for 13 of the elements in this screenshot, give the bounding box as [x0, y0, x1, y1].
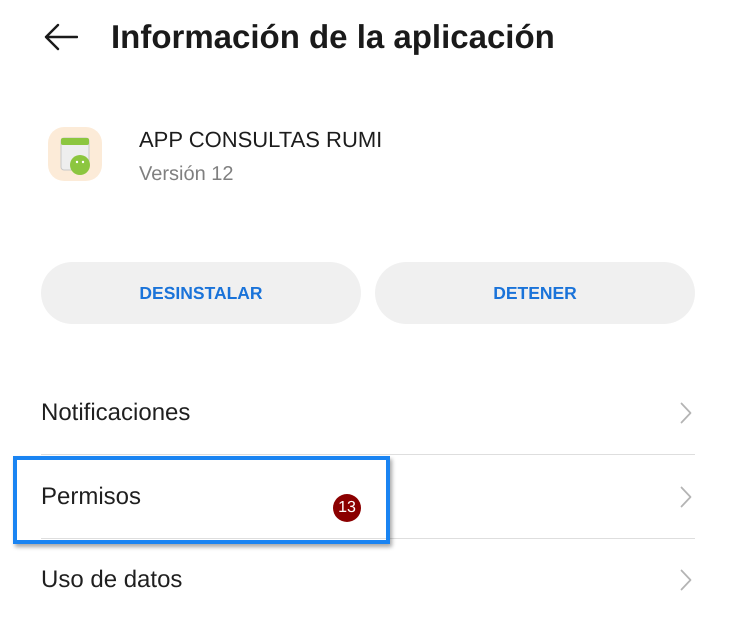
chevron-right-icon — [680, 569, 692, 591]
app-name: APP CONSULTAS RUMI — [139, 126, 382, 154]
action-button[interactable]: DETENER — [375, 262, 695, 324]
settings-item[interactable]: Uso de datos — [41, 539, 695, 618]
step-badge: 13 — [333, 494, 361, 522]
action-button[interactable]: DESINSTALAR — [41, 262, 361, 324]
app-icon — [48, 127, 102, 181]
app-version: Versión 12 — [139, 162, 235, 187]
chevron-right-icon — [680, 402, 692, 424]
page-title: Información de la aplicación — [111, 16, 555, 56]
back-arrow-icon[interactable] — [44, 22, 78, 50]
settings-item[interactable]: Notificaciones — [41, 371, 695, 455]
chevron-right-icon — [680, 486, 692, 508]
